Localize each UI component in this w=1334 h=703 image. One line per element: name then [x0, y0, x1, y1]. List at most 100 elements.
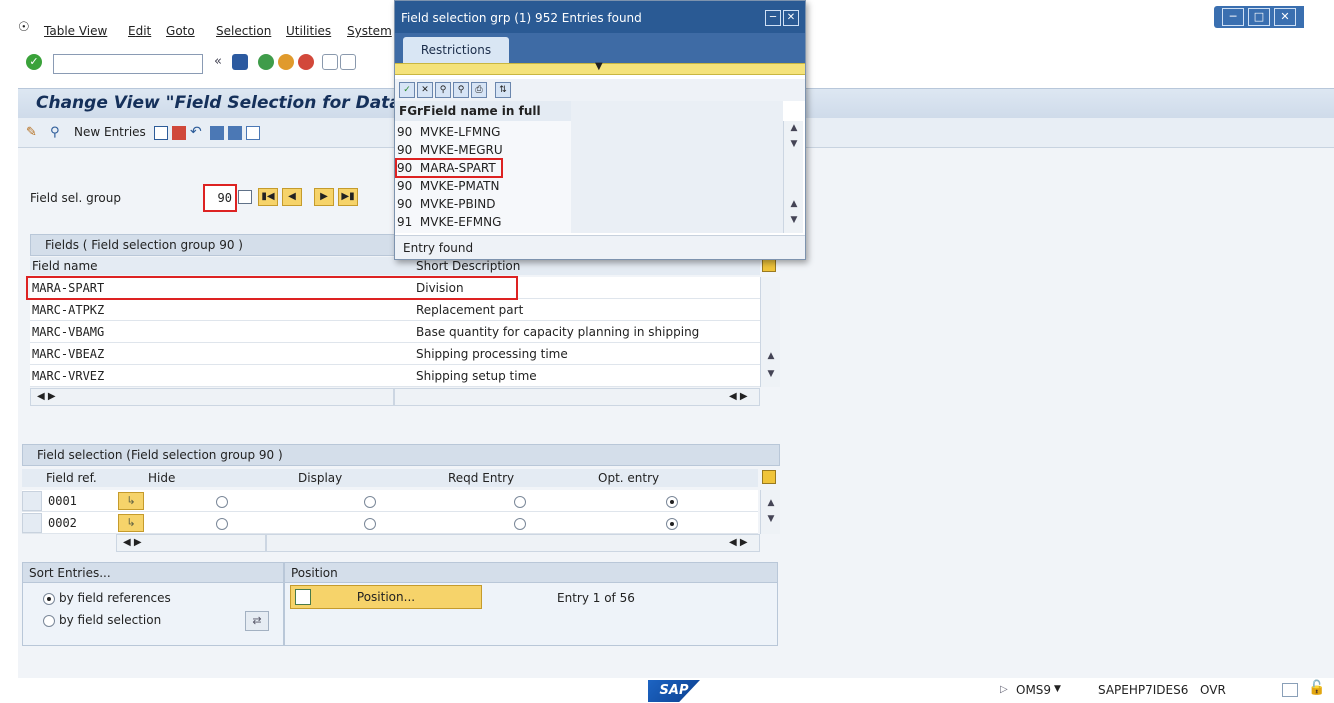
- position-button[interactable]: Position...: [290, 585, 482, 609]
- find-icon[interactable]: [340, 54, 356, 70]
- table-row[interactable]: 0001 ↳: [22, 490, 758, 512]
- next-page-button[interactable]: ▶: [314, 188, 334, 206]
- minimize-icon[interactable]: ─: [1222, 8, 1244, 26]
- fields-horizontal-scrollbar-left[interactable]: ◀ ▶: [30, 388, 394, 406]
- display-change-icon[interactable]: ✎: [26, 125, 42, 141]
- previous-page-button[interactable]: ◀: [282, 188, 302, 206]
- choose-icon[interactable]: ✓: [399, 82, 415, 98]
- sort-by-refs-radio[interactable]: [43, 593, 55, 605]
- table-settings-icon[interactable]: [762, 258, 776, 272]
- table-row[interactable]: MARC-VBAMG Base quantity for capacity pl…: [30, 321, 760, 343]
- expand-icon[interactable]: ▼: [595, 61, 603, 72]
- restrictions-toggle-bar[interactable]: ▼: [395, 61, 805, 75]
- reqd-entry-radio[interactable]: [514, 518, 526, 530]
- col-fgr[interactable]: FGr: [399, 101, 423, 121]
- command-field[interactable]: [53, 54, 203, 74]
- scroll-down-icon[interactable]: ▼: [761, 514, 781, 524]
- copy-icon[interactable]: [154, 126, 168, 140]
- hide-radio[interactable]: [216, 496, 228, 508]
- enter-icon[interactable]: ✓: [26, 54, 42, 70]
- hide-radio[interactable]: [216, 518, 228, 530]
- cancel-icon[interactable]: ✕: [417, 82, 433, 98]
- select-block-icon[interactable]: [228, 126, 242, 140]
- table-row[interactable]: MARC-ATPKZ Replacement part: [30, 299, 760, 321]
- scroll-right-icon[interactable]: ◀ ▶: [729, 391, 748, 402]
- list-item[interactable]: 90 MVKE-MEGRU: [397, 141, 503, 159]
- scroll-down-icon[interactable]: ▼: [784, 139, 804, 149]
- last-page-button[interactable]: ▶▮: [338, 188, 358, 206]
- delete-icon[interactable]: [172, 126, 186, 140]
- scroll-down-icon[interactable]: ▼: [761, 369, 781, 379]
- find-icon[interactable]: ⚲: [435, 82, 451, 98]
- field-sel-group-input[interactable]: 90: [203, 184, 237, 212]
- transaction-code[interactable]: OMS9: [1016, 683, 1051, 697]
- other-view-icon[interactable]: ⚲: [50, 125, 66, 141]
- opt-entry-radio[interactable]: [666, 496, 678, 508]
- transaction-dropdown-icon[interactable]: ▼: [1054, 684, 1061, 694]
- scroll-up-icon[interactable]: ▲: [784, 199, 804, 209]
- col-field-name-full[interactable]: Field name in full: [423, 101, 541, 121]
- detail-button[interactable]: ↳: [118, 514, 144, 532]
- scroll-up-icon[interactable]: ▲: [761, 498, 781, 508]
- col-field-name[interactable]: Field name: [32, 257, 98, 275]
- reqd-entry-radio[interactable]: [514, 496, 526, 508]
- scroll-up-icon[interactable]: ▲: [761, 351, 781, 361]
- list-item[interactable]: 90 MVKE-LFMNG: [397, 123, 500, 141]
- row-selector[interactable]: [22, 513, 42, 533]
- fields-horizontal-scrollbar-right[interactable]: ◀ ▶: [394, 388, 760, 406]
- back-icon[interactable]: [258, 54, 274, 70]
- maximize-icon[interactable]: □: [1248, 8, 1270, 26]
- popup-minimize-icon[interactable]: ─: [765, 10, 781, 26]
- insert-mode[interactable]: OVR: [1200, 683, 1226, 697]
- menu-icon[interactable]: ☉: [18, 20, 30, 35]
- back-arrows-icon[interactable]: «: [210, 54, 226, 70]
- menu-edit[interactable]: Edit: [128, 24, 151, 38]
- scroll-right-icon[interactable]: ◀ ▶: [729, 537, 748, 548]
- opt-entry-radio[interactable]: [666, 518, 678, 530]
- find-next-icon[interactable]: ⚲: [453, 82, 469, 98]
- print-icon[interactable]: [322, 54, 338, 70]
- selection-horizontal-scrollbar-right[interactable]: ◀ ▶: [266, 534, 760, 552]
- table-row[interactable]: MARC-VBEAZ Shipping processing time: [30, 343, 760, 365]
- detail-button[interactable]: ↳: [118, 492, 144, 510]
- table-row[interactable]: MARC-VRVEZ Shipping setup time: [30, 365, 760, 387]
- select-all-icon[interactable]: [210, 126, 224, 140]
- expand-status-icon[interactable]: ▷: [1000, 684, 1008, 695]
- menu-table-view[interactable]: Table View: [44, 24, 107, 38]
- menu-goto[interactable]: Goto: [166, 24, 195, 38]
- copy-field-icon[interactable]: [238, 190, 252, 204]
- close-icon[interactable]: ✕: [1274, 8, 1296, 26]
- new-entries-button[interactable]: New Entries: [74, 125, 146, 139]
- menu-system[interactable]: System: [347, 24, 392, 38]
- sort-icon[interactable]: ⇅: [495, 82, 511, 98]
- sort-execute-icon[interactable]: ⇄: [245, 611, 269, 631]
- menu-selection[interactable]: Selection: [216, 24, 271, 38]
- col-opt-entry[interactable]: Opt. entry: [598, 469, 659, 487]
- row-selector[interactable]: [22, 491, 42, 511]
- col-field-ref[interactable]: Field ref.: [46, 469, 97, 487]
- hitlist-scrollbar[interactable]: ▲ ▼ ▲ ▼: [783, 121, 803, 233]
- scroll-up-icon[interactable]: ▲: [784, 123, 804, 133]
- table-row[interactable]: 0002 ↳: [22, 512, 758, 534]
- fields-vertical-scrollbar[interactable]: ▲ ▼: [760, 277, 780, 387]
- selection-horizontal-scrollbar[interactable]: ◀ ▶: [116, 534, 266, 552]
- col-hide[interactable]: Hide: [148, 469, 175, 487]
- col-reqd-entry[interactable]: Reqd Entry: [448, 469, 514, 487]
- menu-utilities[interactable]: Utilities: [286, 24, 331, 38]
- scroll-down-icon[interactable]: ▼: [784, 215, 804, 225]
- display-radio[interactable]: [364, 518, 376, 530]
- field-ref-cell[interactable]: 0002: [48, 512, 77, 534]
- display-radio[interactable]: [364, 496, 376, 508]
- col-display[interactable]: Display: [298, 469, 342, 487]
- undo-icon[interactable]: ↶: [190, 124, 202, 140]
- deselect-all-icon[interactable]: [246, 126, 260, 140]
- popup-close-icon[interactable]: ✕: [783, 10, 799, 26]
- list-item[interactable]: 90 MVKE-PBIND: [397, 195, 496, 213]
- field-ref-cell[interactable]: 0001: [48, 490, 77, 512]
- save-icon[interactable]: [232, 54, 248, 70]
- list-item[interactable]: 90 MVKE-PMATN: [397, 177, 499, 195]
- print-icon[interactable]: ⎙: [471, 82, 487, 98]
- tab-restrictions[interactable]: Restrictions: [403, 37, 509, 63]
- table-settings-icon[interactable]: [762, 470, 776, 484]
- list-item[interactable]: 91 MVKE-EFMNG: [397, 213, 501, 231]
